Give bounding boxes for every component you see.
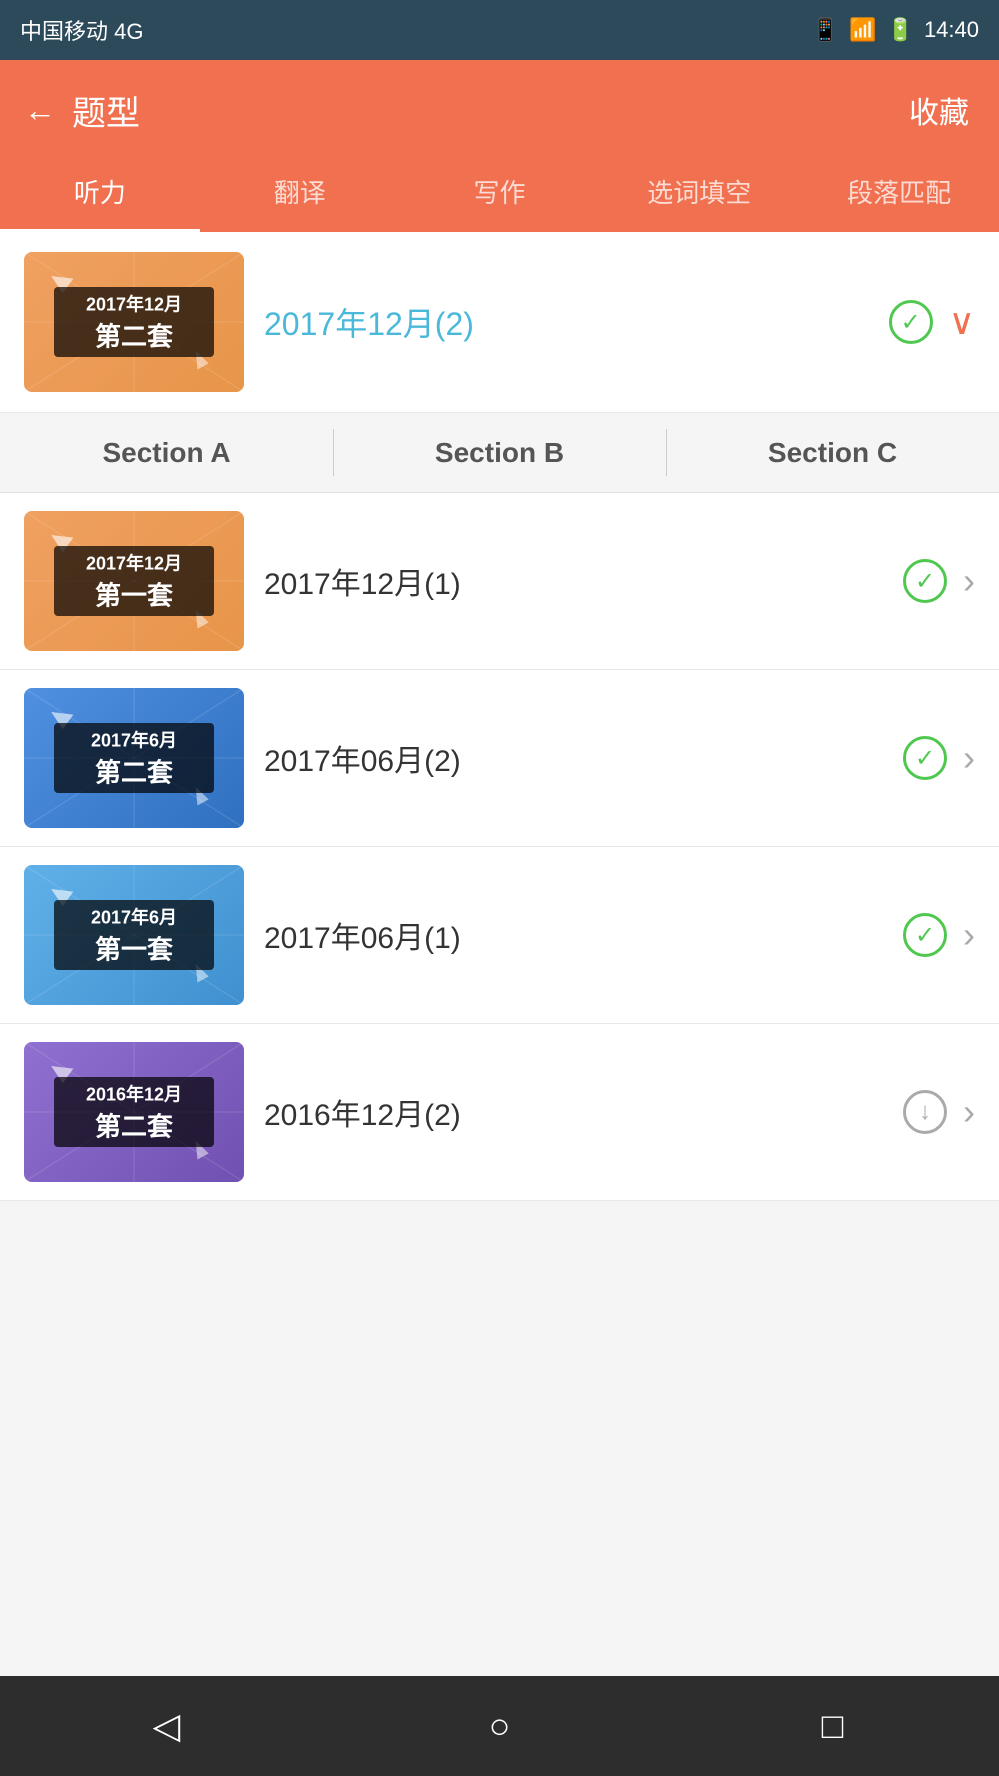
completed-icon-2[interactable]: ✓ [903, 913, 947, 957]
list-item-actions-0: ✓ › [903, 559, 975, 603]
completed-icon-1[interactable]: ✓ [903, 736, 947, 780]
list-thumb-text-3: 2016年12月 第二套 [86, 1081, 182, 1144]
status-left: 中国移动 4G [20, 14, 143, 46]
list-thumb-text-2: 2017年6月 第一套 [91, 904, 177, 967]
tab-writing[interactable]: 写作 [400, 160, 600, 232]
arrow-right-2[interactable]: › [963, 914, 975, 956]
tab-fill[interactable]: 选词填空 [599, 160, 799, 232]
status-bar: 中国移动 4G 📱 📶 🔋 14:40 [0, 0, 999, 60]
expand-icon[interactable]: ∨ [949, 301, 975, 343]
nav-home-button[interactable]: ○ [470, 1696, 530, 1756]
carrier-text: 中国移动 4G [20, 14, 143, 46]
list-item-1[interactable]: 2017年6月 第二套 2017年06月(2) ✓ › [0, 670, 999, 847]
section-tabs: Section A Section B Section C [0, 413, 999, 493]
list-item-actions-1: ✓ › [903, 736, 975, 780]
nav-back-button[interactable]: ◁ [137, 1696, 197, 1756]
header: ← 题型 收藏 [0, 60, 999, 160]
featured-actions: ✓ ∨ [889, 300, 975, 344]
list-item-title-3: 2016年12月(2) [244, 1090, 903, 1134]
back-button[interactable]: ← [24, 92, 56, 129]
list-item-title-2: 2017年06月(1) [244, 913, 903, 957]
wifi-icon: 📶 [849, 17, 876, 43]
completed-icon[interactable]: ✓ [889, 300, 933, 344]
list-item-actions-2: ✓ › [903, 913, 975, 957]
page-title: 题型 [72, 86, 140, 135]
status-right: 📱 📶 🔋 14:40 [812, 17, 979, 43]
nav-bar: ◁ ○ □ [0, 1676, 999, 1776]
featured-thumbnail: 2017年12月 第二套 [24, 252, 244, 392]
tab-bar: 听力 翻译 写作 选词填空 段落匹配 [0, 160, 999, 232]
featured-title: 2017年12月(2) [264, 299, 869, 345]
arrow-right-3[interactable]: › [963, 1091, 975, 1133]
tab-passage[interactable]: 段落匹配 [799, 160, 999, 232]
download-icon-3[interactable]: ↓ [903, 1090, 947, 1134]
bookmark-button[interactable]: 收藏 [909, 88, 969, 132]
arrow-right-0[interactable]: › [963, 560, 975, 602]
list-thumbnail-1: 2017年6月 第二套 [24, 688, 244, 828]
time-text: 14:40 [924, 17, 979, 43]
arrow-right-1[interactable]: › [963, 737, 975, 779]
list-thumbnail-3: 2016年12月 第二套 [24, 1042, 244, 1182]
completed-icon-0[interactable]: ✓ [903, 559, 947, 603]
list-item-actions-3: ↓ › [903, 1090, 975, 1134]
section-c-tab[interactable]: Section C [666, 413, 999, 492]
content-area: 2017年12月 第二套 2017年12月(2) ✓ ∨ Section A S… [0, 232, 999, 1201]
list-item-2[interactable]: 2017年6月 第一套 2017年06月(1) ✓ › [0, 847, 999, 1024]
featured-thumb-text: 2017年12月 第二套 [86, 291, 182, 354]
list-thumbnail-0: 2017年12月 第一套 [24, 511, 244, 651]
featured-item[interactable]: 2017年12月 第二套 2017年12月(2) ✓ ∨ [0, 232, 999, 413]
featured-info: 2017年12月(2) [244, 299, 889, 345]
battery-icon: 🔋 [887, 17, 914, 43]
tab-translate[interactable]: 翻译 [200, 160, 400, 232]
list-thumb-text-0: 2017年12月 第一套 [86, 550, 182, 613]
list-item[interactable]: 2017年12月 第一套 2017年12月(1) ✓ › [0, 493, 999, 670]
section-b-tab[interactable]: Section B [333, 413, 666, 492]
tab-listening[interactable]: 听力 [0, 160, 200, 232]
list-item-title-0: 2017年12月(1) [244, 559, 903, 603]
list-item-3[interactable]: 2016年12月 第二套 2016年12月(2) ↓ › [0, 1024, 999, 1201]
list-thumb-text-1: 2017年6月 第二套 [91, 727, 177, 790]
list-item-title-1: 2017年06月(2) [244, 736, 903, 780]
section-a-tab[interactable]: Section A [0, 413, 333, 492]
nav-recent-button[interactable]: □ [803, 1696, 863, 1756]
list-thumbnail-2: 2017年6月 第一套 [24, 865, 244, 1005]
sim-icon: 📱 [812, 17, 839, 43]
